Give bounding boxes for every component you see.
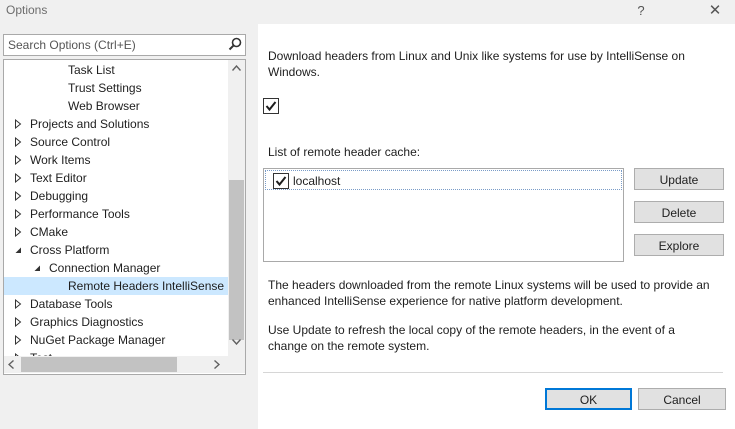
tree-item[interactable]: Connection Manager <box>4 259 228 277</box>
scroll-left-icon[interactable] <box>8 360 14 369</box>
expand-arrow-icon[interactable] <box>13 119 23 129</box>
expand-arrow-icon[interactable] <box>13 227 23 237</box>
expand-arrow-icon[interactable] <box>13 137 23 147</box>
description-text: Download headers from Linux and Unix lik… <box>268 49 685 79</box>
horizontal-scrollbar[interactable] <box>4 356 228 373</box>
expand-arrow-icon[interactable] <box>13 155 23 165</box>
close-button[interactable]: ✕ <box>702 1 728 21</box>
scroll-up-icon[interactable] <box>232 65 241 71</box>
tree-item-label: Connection Manager <box>49 261 161 275</box>
tree-item-label: Cross Platform <box>30 243 110 257</box>
checkmark-icon <box>265 101 277 112</box>
window-title: Options <box>6 3 48 17</box>
remote-header-cache-list[interactable]: localhost <box>263 168 624 262</box>
scroll-right-icon[interactable] <box>214 360 220 369</box>
footer-divider <box>263 372 723 373</box>
scroll-corner <box>228 356 245 373</box>
collapse-arrow-icon[interactable] <box>13 245 23 255</box>
cache-list-label: List of remote header cache: <box>268 145 421 159</box>
tree-item-label: Projects and Solutions <box>30 117 150 131</box>
expand-arrow-icon[interactable] <box>13 317 23 327</box>
cancel-button[interactable]: Cancel <box>638 388 726 410</box>
options-tree[interactable]: Task List Trust Settings Web Browser Projec… <box>3 59 246 375</box>
delete-button[interactable]: Delete <box>634 201 724 223</box>
search-box[interactable]: Search Options (Ctrl+E) <box>3 34 246 56</box>
ok-button[interactable]: OK <box>545 388 632 410</box>
tree-item-label: CMake <box>30 225 69 239</box>
expand-arrow-icon[interactable] <box>13 173 23 183</box>
tree-item[interactable]: NuGet Package Manager <box>4 331 228 349</box>
tree-item-label: Task List <box>68 63 115 77</box>
horizontal-scroll-thumb[interactable] <box>21 357 177 372</box>
tree-item-label: Work Items <box>30 153 91 167</box>
tree-item[interactable]: Performance Tools <box>4 205 228 223</box>
collapse-arrow-icon[interactable] <box>32 263 42 273</box>
tree-item[interactable]: Source Control <box>4 133 228 151</box>
expand-arrow-icon[interactable] <box>13 299 23 309</box>
tree-item-label: Debugging <box>30 189 89 203</box>
tree-item-label: Database Tools <box>30 297 113 311</box>
help-button[interactable]: ? <box>628 1 654 21</box>
tree-item[interactable]: Cross Platform <box>4 241 228 259</box>
tree-item[interactable]: Web Browser <box>4 97 228 115</box>
info-text-headers: The headers downloaded from the remote L… <box>268 278 710 308</box>
tree-item[interactable]: Trust Settings <box>4 79 228 97</box>
tree-item-label: Graphics Diagnostics <box>30 315 144 329</box>
tree-item-label: Performance Tools <box>30 207 130 221</box>
expand-arrow-icon[interactable] <box>13 191 23 201</box>
vertical-scrollbar[interactable] <box>228 60 245 356</box>
expand-arrow-icon[interactable] <box>13 335 23 345</box>
tree-item[interactable]: CMake <box>4 223 228 241</box>
tree-item-label: NuGet Package Manager <box>30 333 166 347</box>
expand-arrow-icon[interactable] <box>13 209 23 219</box>
tree-item[interactable]: Work Items <box>4 151 228 169</box>
localhost-checkbox[interactable] <box>273 173 289 189</box>
search-input[interactable]: Search Options (Ctrl+E) <box>8 38 136 52</box>
info-text-update: Use Update to refresh the local copy of … <box>268 323 675 353</box>
tree-item[interactable]: Debugging <box>4 187 228 205</box>
options-navigation-pane: Search Options (Ctrl+E) Task List Trust S… <box>0 24 258 429</box>
update-button[interactable]: Update <box>634 168 724 190</box>
tree-item[interactable]: Graphics Diagnostics <box>4 313 228 331</box>
tree-item-label: Trust Settings <box>68 81 142 95</box>
tree-item[interactable]: Remote Headers IntelliSense Manager <box>4 277 228 295</box>
tree-item[interactable]: Projects and Solutions <box>4 115 228 133</box>
tree-item-label: Web Browser <box>68 99 140 113</box>
list-item-label: localhost <box>293 174 341 188</box>
tree-item[interactable]: Text Editor <box>4 169 228 187</box>
tree-item[interactable]: Database Tools <box>4 295 228 313</box>
options-content-panel: Download headers from Linux and Unix lik… <box>258 24 735 429</box>
title-bar: Options ? ✕ <box>0 0 735 24</box>
vertical-scroll-thumb[interactable] <box>229 180 244 340</box>
scroll-down-icon[interactable] <box>232 339 241 345</box>
checkmark-icon <box>275 176 287 187</box>
tree-item-label: Source Control <box>30 135 111 149</box>
explore-button[interactable]: Explore <box>634 234 724 256</box>
tree-rows: Task List Trust Settings Web Browser Projec… <box>4 61 228 357</box>
list-item[interactable]: localhost <box>265 170 622 190</box>
tree-item[interactable]: Task List <box>4 61 228 79</box>
tree-item-label: Text Editor <box>30 171 87 185</box>
enable-remote-headers-checkbox[interactable] <box>263 98 279 114</box>
search-icon[interactable] <box>227 36 243 52</box>
tree-item-label: Remote Headers IntelliSense Manager <box>68 279 228 293</box>
